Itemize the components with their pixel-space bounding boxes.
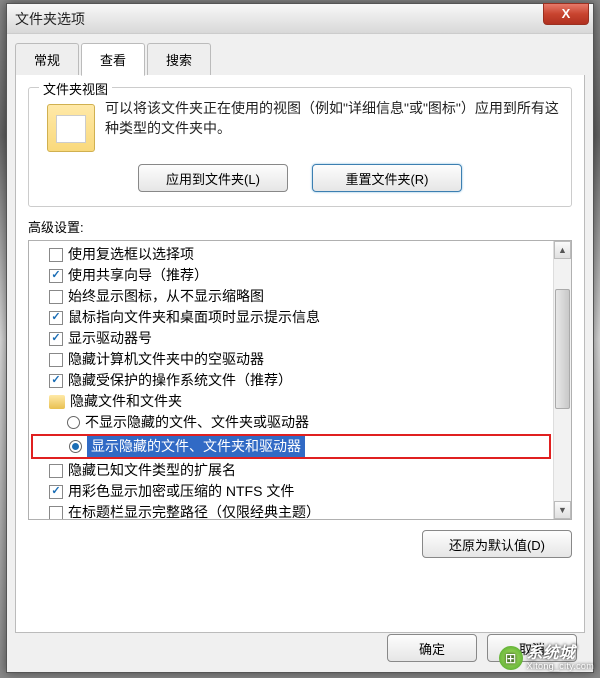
checkbox-icon[interactable] xyxy=(49,248,63,262)
folder-options-dialog: 文件夹选项 X 常规 查看 搜索 文件夹视图 可以将该文件夹正在使用的视图（例如… xyxy=(6,3,594,673)
tree-item-label: 使用共享向导（推荐） xyxy=(68,265,208,286)
checkbox-icon[interactable] xyxy=(49,464,63,478)
apply-to-folders-button[interactable]: 应用到文件夹(L) xyxy=(138,164,288,192)
watermark: ⊞ 系统城 Xitong_city.com xyxy=(499,645,594,672)
close-button[interactable]: X xyxy=(543,3,589,25)
tab-search[interactable]: 搜索 xyxy=(147,43,211,75)
tree-item[interactable]: 显示隐藏的文件、文件夹和驱动器 xyxy=(31,434,551,459)
checkbox-icon[interactable] xyxy=(49,374,63,388)
watermark-main: 系统城 xyxy=(527,645,594,663)
checkbox-icon[interactable] xyxy=(49,506,63,520)
tree-item[interactable]: 始终显示图标，从不显示缩略图 xyxy=(31,286,551,307)
tree-item[interactable]: 隐藏受保护的操作系统文件（推荐） xyxy=(31,370,551,391)
folder-view-desc: 可以将该文件夹正在使用的视图（例如"详细信息"或"图标"）应用到所有这种类型的文… xyxy=(105,98,559,152)
checkbox-icon[interactable] xyxy=(49,311,63,325)
dialog-content: 常规 查看 搜索 文件夹视图 可以将该文件夹正在使用的视图（例如"详细信息"或"… xyxy=(7,34,593,641)
tree-item-label: 使用复选框以选择项 xyxy=(68,244,194,265)
checkbox-icon[interactable] xyxy=(49,290,63,304)
tree-item-label: 隐藏文件和文件夹 xyxy=(70,391,182,412)
checkbox-icon[interactable] xyxy=(49,485,63,499)
radio-icon[interactable] xyxy=(67,416,80,429)
folder-icon xyxy=(49,395,65,409)
advanced-label: 高级设置: xyxy=(28,217,572,236)
titlebar[interactable]: 文件夹选项 X xyxy=(7,4,593,34)
tab-general[interactable]: 常规 xyxy=(15,43,79,75)
tree-item-label: 鼠标指向文件夹和桌面项时显示提示信息 xyxy=(68,307,320,328)
scrollbar: ▲ ▼ xyxy=(553,241,571,519)
scroll-up-button[interactable]: ▲ xyxy=(554,241,571,259)
tree-content[interactable]: 使用复选框以选择项使用共享向导（推荐）始终显示图标，从不显示缩略图鼠标指向文件夹… xyxy=(29,241,553,519)
folder-view-group: 文件夹视图 可以将该文件夹正在使用的视图（例如"详细信息"或"图标"）应用到所有… xyxy=(28,87,572,207)
tree-item[interactable]: 隐藏已知文件类型的扩展名 xyxy=(31,460,551,481)
folder-view-icon xyxy=(47,104,95,152)
tree-item[interactable]: 隐藏文件和文件夹 xyxy=(31,391,551,412)
ok-button[interactable]: 确定 xyxy=(387,634,477,662)
scroll-down-button[interactable]: ▼ xyxy=(554,501,571,519)
tree-item-label: 隐藏受保护的操作系统文件（推荐） xyxy=(68,370,292,391)
scroll-track[interactable] xyxy=(554,259,571,501)
tree-item[interactable]: 不显示隐藏的文件、文件夹或驱动器 xyxy=(31,412,551,433)
tree-item[interactable]: 隐藏计算机文件夹中的空驱动器 xyxy=(31,349,551,370)
dialog-buttons: 确定 取消 xyxy=(23,634,577,662)
tree-item[interactable]: 鼠标指向文件夹和桌面项时显示提示信息 xyxy=(31,307,551,328)
tree-item-label: 不显示隐藏的文件、文件夹或驱动器 xyxy=(85,412,309,433)
reset-folders-button[interactable]: 重置文件夹(R) xyxy=(312,164,462,192)
tree-item-label: 用彩色显示加密或压缩的 NTFS 文件 xyxy=(68,481,294,502)
tab-view[interactable]: 查看 xyxy=(81,43,145,76)
tab-strip: 常规 查看 搜索 xyxy=(15,43,585,76)
tree-item-label: 显示驱动器号 xyxy=(68,328,152,349)
tree-item[interactable]: 在标题栏显示完整路径（仅限经典主题） xyxy=(31,502,551,519)
tab-panel-view: 文件夹视图 可以将该文件夹正在使用的视图（例如"详细信息"或"图标"）应用到所有… xyxy=(15,75,585,633)
radio-icon[interactable] xyxy=(69,440,82,453)
tree-item[interactable]: 使用复选框以选择项 xyxy=(31,244,551,265)
folder-view-legend: 文件夹视图 xyxy=(39,79,112,98)
advanced-treeview: 使用复选框以选择项使用共享向导（推荐）始终显示图标，从不显示缩略图鼠标指向文件夹… xyxy=(28,240,572,520)
tree-item-label: 显示隐藏的文件、文件夹和驱动器 xyxy=(87,436,305,457)
tree-item-label: 隐藏已知文件类型的扩展名 xyxy=(68,460,236,481)
tree-item-label: 始终显示图标，从不显示缩略图 xyxy=(68,286,264,307)
window-title: 文件夹选项 xyxy=(15,9,85,29)
tree-item-label: 隐藏计算机文件夹中的空驱动器 xyxy=(68,349,264,370)
restore-defaults-button[interactable]: 还原为默认值(D) xyxy=(422,530,572,558)
checkbox-icon[interactable] xyxy=(49,332,63,346)
tree-item[interactable]: 用彩色显示加密或压缩的 NTFS 文件 xyxy=(31,481,551,502)
tree-item-label: 在标题栏显示完整路径（仅限经典主题） xyxy=(68,502,320,519)
tree-item[interactable]: 使用共享向导（推荐） xyxy=(31,265,551,286)
watermark-logo-icon: ⊞ xyxy=(499,646,523,670)
checkbox-icon[interactable] xyxy=(49,353,63,367)
watermark-sub: Xitong_city.com xyxy=(527,662,594,672)
checkbox-icon[interactable] xyxy=(49,269,63,283)
tree-item[interactable]: 显示驱动器号 xyxy=(31,328,551,349)
scroll-thumb[interactable] xyxy=(555,289,570,409)
